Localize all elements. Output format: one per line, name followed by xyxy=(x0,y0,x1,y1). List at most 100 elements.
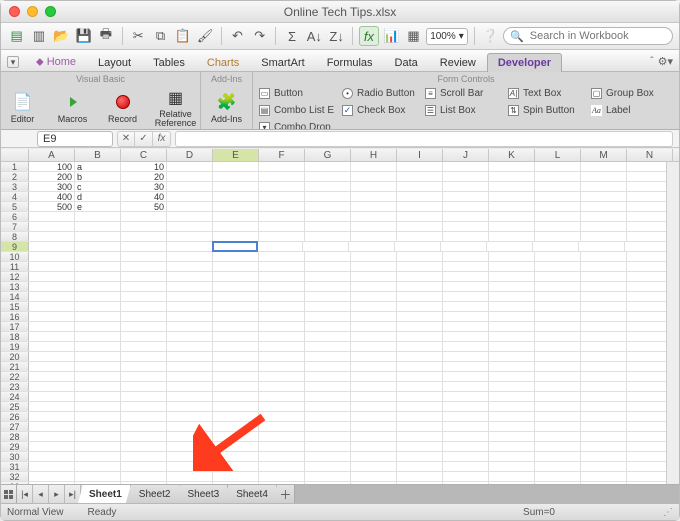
cell[interactable] xyxy=(443,212,489,221)
cell[interactable] xyxy=(535,442,581,451)
cell[interactable] xyxy=(75,402,121,411)
cell[interactable] xyxy=(29,242,75,251)
cell[interactable] xyxy=(305,392,351,401)
cell[interactable] xyxy=(75,372,121,381)
cell[interactable] xyxy=(75,322,121,331)
cell[interactable] xyxy=(351,382,397,391)
cell[interactable] xyxy=(397,262,443,271)
cell[interactable] xyxy=(75,252,121,261)
row-header[interactable]: 11 xyxy=(1,262,29,271)
cell[interactable] xyxy=(489,202,535,211)
cell[interactable] xyxy=(443,262,489,271)
cell[interactable] xyxy=(259,352,305,361)
cell[interactable] xyxy=(535,282,581,291)
minimize-window-button[interactable] xyxy=(27,6,38,17)
cell[interactable] xyxy=(213,212,259,221)
cell[interactable]: 20 xyxy=(121,172,167,181)
cell[interactable] xyxy=(259,412,305,421)
cell[interactable] xyxy=(397,222,443,231)
zoom-control[interactable]: 100%▾ xyxy=(426,28,468,45)
cell[interactable] xyxy=(75,382,121,391)
cell[interactable] xyxy=(213,402,259,411)
cell[interactable] xyxy=(167,182,213,191)
cell[interactable] xyxy=(305,362,351,371)
cell[interactable] xyxy=(121,322,167,331)
cell[interactable] xyxy=(397,412,443,421)
cell[interactable] xyxy=(581,212,627,221)
cell[interactable] xyxy=(29,222,75,231)
cell[interactable] xyxy=(581,182,627,191)
cell[interactable] xyxy=(581,272,627,281)
addins-button[interactable]: 🧩Add-Ins xyxy=(203,84,251,130)
col-header-C[interactable]: C xyxy=(121,149,167,161)
cell[interactable] xyxy=(443,422,489,431)
cell[interactable] xyxy=(581,162,627,171)
cell[interactable] xyxy=(581,402,627,411)
fc-combo-drop[interactable]: ▾Combo Drop xyxy=(259,119,341,130)
cell[interactable] xyxy=(397,442,443,451)
cell[interactable] xyxy=(351,182,397,191)
cell[interactable] xyxy=(259,402,305,411)
cell[interactable] xyxy=(397,382,443,391)
name-box[interactable]: E9 xyxy=(37,131,113,147)
cell[interactable] xyxy=(351,332,397,341)
cell[interactable] xyxy=(535,262,581,271)
cell[interactable] xyxy=(29,472,75,481)
cell[interactable] xyxy=(397,312,443,321)
cell[interactable] xyxy=(213,202,259,211)
cell[interactable] xyxy=(305,432,351,441)
cell[interactable]: d xyxy=(75,192,121,201)
row-header[interactable]: 29 xyxy=(1,442,29,451)
cell[interactable] xyxy=(581,382,627,391)
cell[interactable] xyxy=(305,442,351,451)
cell[interactable] xyxy=(167,362,213,371)
cell[interactable] xyxy=(121,232,167,241)
cell[interactable] xyxy=(489,362,535,371)
cell[interactable] xyxy=(75,392,121,401)
cell[interactable] xyxy=(167,422,213,431)
cell[interactable] xyxy=(213,192,259,201)
vertical-scrollbar[interactable] xyxy=(666,162,679,484)
cell[interactable] xyxy=(167,472,213,481)
cell[interactable] xyxy=(121,372,167,381)
cell[interactable] xyxy=(397,352,443,361)
cell[interactable] xyxy=(351,252,397,261)
cell[interactable] xyxy=(397,292,443,301)
cell[interactable] xyxy=(213,162,259,171)
search-input[interactable] xyxy=(528,29,674,43)
row-header[interactable]: 3 xyxy=(1,182,29,191)
cell[interactable] xyxy=(167,392,213,401)
cell[interactable] xyxy=(397,372,443,381)
cell[interactable] xyxy=(535,202,581,211)
cell[interactable] xyxy=(535,472,581,481)
col-header-D[interactable]: D xyxy=(167,149,213,161)
cell[interactable] xyxy=(443,472,489,481)
cell[interactable] xyxy=(213,452,259,461)
cell[interactable] xyxy=(75,242,121,251)
cell[interactable] xyxy=(29,432,75,441)
cell[interactable] xyxy=(167,302,213,311)
cell[interactable] xyxy=(29,352,75,361)
cell[interactable] xyxy=(259,362,305,371)
row-header[interactable]: 2 xyxy=(1,172,29,181)
fc-scrollbar[interactable]: ≡Scroll Bar xyxy=(425,85,507,101)
cell[interactable] xyxy=(535,222,581,231)
cell[interactable] xyxy=(535,332,581,341)
workbook-search[interactable]: 🔍 xyxy=(503,27,673,45)
cell[interactable]: 100 xyxy=(29,162,75,171)
vb-relative-ref-button[interactable]: ▦Relative Reference xyxy=(149,84,203,130)
cell[interactable] xyxy=(305,402,351,411)
cell[interactable] xyxy=(351,402,397,411)
cell[interactable] xyxy=(259,372,305,381)
cell[interactable] xyxy=(535,162,581,171)
cell[interactable] xyxy=(167,322,213,331)
cell[interactable] xyxy=(305,262,351,271)
cell[interactable]: 300 xyxy=(29,182,75,191)
cell[interactable]: c xyxy=(75,182,121,191)
cell[interactable] xyxy=(489,382,535,391)
fc-groupbox[interactable]: ▢Group Box xyxy=(591,85,673,101)
row-header[interactable]: 14 xyxy=(1,292,29,301)
tab-formulas[interactable]: Formulas xyxy=(316,53,384,72)
cell[interactable] xyxy=(397,432,443,441)
cell[interactable] xyxy=(397,162,443,171)
